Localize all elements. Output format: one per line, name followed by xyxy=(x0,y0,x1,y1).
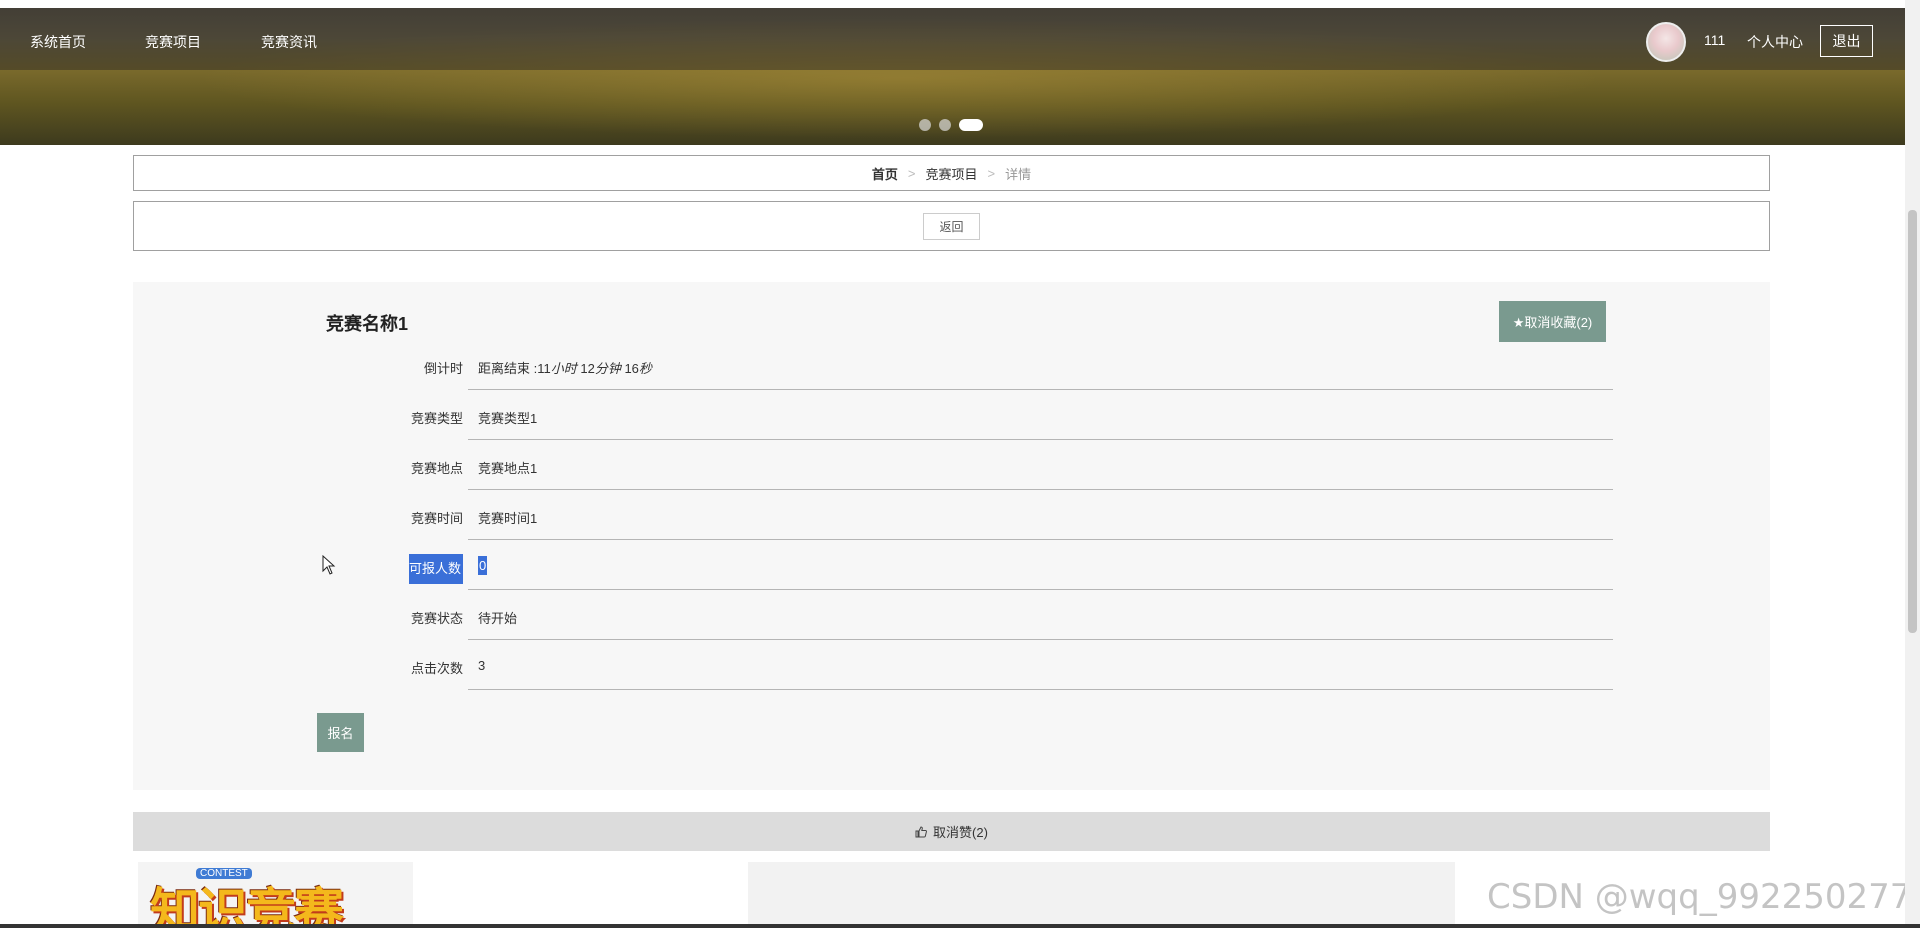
detail-value: 0 xyxy=(478,556,488,575)
detail-row-location: 竞赛地点 竞赛地点1 xyxy=(283,440,1613,490)
breadcrumb-projects[interactable]: 竞赛项目 xyxy=(925,164,977,183)
breadcrumb-separator: > xyxy=(987,165,996,181)
detail-row-countdown: 倒计时 距离结束 :11小时 12分钟 16秒 xyxy=(283,340,1613,390)
detail-label: 竞赛状态 xyxy=(410,611,463,626)
detail-value: 待开始 xyxy=(478,611,518,626)
nav-news[interactable]: 竞赛资讯 xyxy=(261,32,317,52)
thumbs-up-icon xyxy=(915,825,927,837)
carousel-indicators xyxy=(919,119,983,131)
detail-row-time: 竞赛时间 竞赛时间1 xyxy=(283,490,1613,540)
contest-thumbnail[interactable]: CONTEST 知识竞赛 xyxy=(138,862,413,928)
avatar[interactable] xyxy=(1646,22,1686,62)
signup-button[interactable]: 报名 xyxy=(317,713,364,752)
detail-label-text: 可报人数 xyxy=(408,554,463,584)
top-nav: 系统首页 竞赛项目 竞赛资讯 111 个人中心 退出 xyxy=(0,8,1905,74)
logout-button[interactable]: 退出 xyxy=(1820,25,1873,57)
breadcrumb: 首页 > 竞赛项目 > 详情 xyxy=(133,155,1770,191)
thumbnail-logo-text: 知识竞赛 xyxy=(150,884,344,928)
detail-row-type: 竞赛类型 竞赛类型1 xyxy=(283,390,1613,440)
like-bar[interactable]: 取消赞(2) xyxy=(133,812,1770,851)
detail-label: 竞赛地点 xyxy=(410,461,463,476)
detail-row-capacity: 可报人数 0 xyxy=(283,540,1613,590)
detail-row-clicks: 点击次数 3 xyxy=(283,640,1613,690)
nav-projects[interactable]: 竞赛项目 xyxy=(145,32,201,52)
unlike-label[interactable]: 取消赞(2) xyxy=(933,822,988,841)
page-title: 竞赛名称1 xyxy=(326,314,409,334)
detail-label: 竞赛时间 xyxy=(410,511,463,526)
return-bar: 返回 xyxy=(133,201,1770,251)
detail-row-status: 竞赛状态 待开始 xyxy=(283,590,1613,640)
breadcrumb-current: 详情 xyxy=(1005,166,1032,182)
detail-value: 竞赛类型1 xyxy=(478,411,538,426)
detail-label: 竞赛类型 xyxy=(410,411,463,426)
unfavorite-button[interactable]: ★取消收藏(2) xyxy=(1499,301,1606,342)
username: 111 xyxy=(1704,32,1726,48)
personal-center-link[interactable]: 个人中心 xyxy=(1747,32,1803,52)
carousel-dot[interactable] xyxy=(919,119,931,131)
breadcrumb-separator: > xyxy=(907,165,916,181)
mouse-cursor-icon xyxy=(322,555,336,575)
scrollbar-thumb[interactable] xyxy=(1908,210,1917,633)
nav-home[interactable]: 系统首页 xyxy=(30,32,86,52)
detail-label: 倒计时 xyxy=(423,361,463,376)
carousel-dot-active[interactable] xyxy=(959,119,983,131)
countdown-value: 距离结束 :11小时 12分钟 16秒 xyxy=(478,361,652,376)
detail-label: 点击次数 xyxy=(410,661,463,676)
detail-panel: 竞赛名称1 ★取消收藏(2) 倒计时 距离结束 :11小时 12分钟 16秒 竞… xyxy=(133,282,1770,790)
content-card-left xyxy=(433,862,748,928)
watermark: CSDN @wqq_992250277 xyxy=(1487,877,1912,917)
row-divider xyxy=(468,689,1613,690)
carousel-dot[interactable] xyxy=(939,119,951,131)
capacity-value: 0 xyxy=(478,556,488,575)
detail-value: 竞赛时间1 xyxy=(478,511,538,526)
detail-label: 可报人数 xyxy=(408,554,463,584)
return-button[interactable]: 返回 xyxy=(923,212,980,240)
window-bottom-edge xyxy=(0,924,1920,928)
detail-value: 3 xyxy=(478,658,486,673)
breadcrumb-home[interactable]: 首页 xyxy=(872,164,898,183)
detail-value: 竞赛地点1 xyxy=(478,461,538,476)
